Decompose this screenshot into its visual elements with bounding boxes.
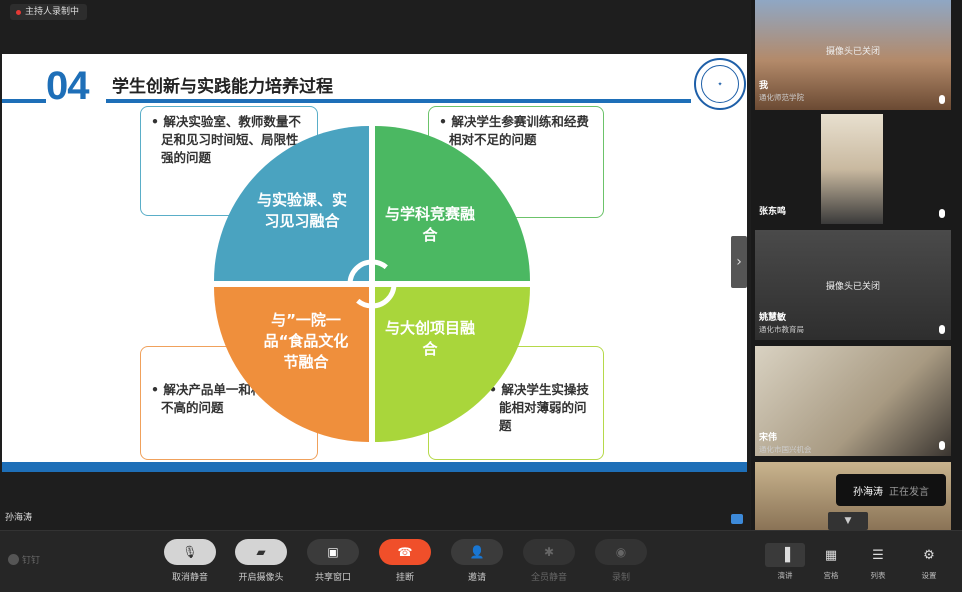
hangup-button[interactable]: ☎ 挂断: [375, 539, 435, 583]
start-camera-button[interactable]: ▰ 开启摄像头: [231, 539, 291, 583]
mute-all-icon: ✱: [523, 539, 575, 565]
unmute-button[interactable]: 🎙 取消静音: [160, 539, 220, 583]
list-layout-icon: ☰: [872, 547, 884, 563]
dingtalk-logo-icon: [8, 554, 19, 565]
chevron-down-icon[interactable]: ▼: [828, 512, 868, 530]
mute-all-button[interactable]: ✱ 全员静音: [519, 539, 579, 583]
participant-sidebar: 摄像头已关闭 我 通化师范学院 张东鸣 摄像头已关闭 姚慧敏 通化市教育局 宋伟…: [751, 0, 962, 530]
mic-icon: [939, 325, 945, 334]
participant-name: 姚慧敏: [759, 313, 787, 323]
title-rule-right: [106, 99, 691, 103]
app-brand: 钉钉: [8, 553, 40, 566]
participant-tile-3[interactable]: 摄像头已关闭 姚慧敏 通化市教育局: [755, 230, 951, 340]
active-speaker-name: 孙海涛: [853, 486, 883, 498]
mute-all-label: 全员静音: [530, 573, 567, 583]
quadrant-label-festival: 与”一院一品“食品文化节融合: [263, 311, 349, 371]
participant-tile-1[interactable]: 摄像头已关闭 我 通化师范学院: [755, 0, 951, 110]
list-layout-button[interactable]: ☰ 列表: [857, 543, 899, 581]
unmute-label: 取消静音: [171, 573, 208, 583]
mic-off-icon: 🎙: [164, 539, 216, 565]
university-logo: ✦: [694, 58, 746, 110]
participant-name: 张东鸣: [759, 207, 787, 217]
participant-video: [821, 114, 883, 224]
gear-icon: ⚙: [923, 547, 935, 563]
screen-sharer-name: 孙海涛: [5, 513, 33, 523]
participant-org: 通化市教育局: [759, 325, 804, 334]
recording-badge: 主持人录制中: [10, 4, 88, 20]
grid-layout-icon: ▦: [824, 547, 838, 563]
settings-label: 设置: [921, 571, 937, 580]
share-window-label: 共享窗口: [314, 573, 351, 583]
quadrant-bottom-right: [375, 287, 530, 442]
active-speaker-status: 正在发言: [889, 486, 929, 498]
invite-icon: 👤: [451, 539, 503, 565]
shared-slide: 04 学生创新与实践能力培养过程 ✦ • 解决实验室、教师数量不足和见习时间短、…: [2, 54, 747, 472]
camera-off-icon: ▰: [235, 539, 287, 565]
list-layout-label: 列表: [870, 571, 886, 580]
speaker-layout-icon: ▐: [765, 543, 805, 567]
slide-footer-bar: [2, 462, 747, 472]
grid-layout-button[interactable]: ▦ 宫格: [810, 543, 852, 581]
recording-badge-label: 主持人录制中: [25, 7, 80, 17]
start-camera-label: 开启摄像头: [238, 573, 284, 583]
participant-name: 我: [759, 81, 769, 91]
mic-icon: [939, 209, 945, 218]
logo-emblem-icon: ✦: [701, 65, 739, 103]
participant-tile-4[interactable]: 宋伟 通化市国兴机会: [755, 346, 951, 456]
mic-icon: [939, 95, 945, 104]
invite-label: 邀请: [467, 573, 486, 583]
camera-off-text: 摄像头已关闭: [825, 46, 880, 57]
active-speaker-indicator: 孙海涛 正在发言: [836, 474, 946, 506]
record-label: 录制: [611, 573, 630, 583]
screen-share-icon: ▣: [307, 539, 359, 565]
invite-button[interactable]: 👤 邀请: [447, 539, 507, 583]
meeting-toolbar: 钉钉 🎙 取消静音 ▰ 开启摄像头 ▣ 共享窗口 ☎ 挂断 👤 邀请 ✱ 全员静…: [0, 530, 962, 592]
grid-layout-label: 宫格: [823, 571, 839, 580]
slide-title: 学生创新与实践能力培养过程: [112, 77, 333, 97]
record-button[interactable]: ◉ 录制: [591, 539, 651, 583]
record-icon: ◉: [595, 539, 647, 565]
slide-number: 04: [46, 64, 89, 108]
expand-sidebar-chevron-icon[interactable]: ›: [731, 236, 747, 288]
participant-org: 通化师范学院: [759, 93, 804, 102]
main-video-area: 主持人录制中 04 学生创新与实践能力培养过程 ✦ • 解决实验室、教师数量不足…: [0, 0, 750, 530]
hangup-icon: ☎: [379, 539, 431, 565]
process-cycle-diagram: [214, 126, 530, 442]
mic-icon: [939, 441, 945, 450]
speaker-layout-button[interactable]: ▐ 演讲: [764, 543, 806, 581]
title-rule-left: [2, 99, 46, 103]
record-dot-icon: [16, 9, 21, 15]
settings-button[interactable]: ⚙ 设置: [908, 543, 950, 581]
speaker-layout-label: 演讲: [777, 571, 793, 580]
quadrant-label-innovation: 与大创项目融合: [384, 319, 475, 358]
quadrant-label-competition: 与学科竞赛融合: [384, 205, 475, 244]
participant-org: 通化市国兴机会: [759, 445, 812, 454]
participant-name: 宋伟: [759, 433, 778, 443]
quadrant-label-lab: 与实验课、实习见习融合: [256, 191, 347, 230]
hangup-label: 挂断: [395, 573, 414, 583]
share-window-button[interactable]: ▣ 共享窗口: [303, 539, 363, 583]
brand-label: 钉钉: [22, 556, 41, 566]
participant-tile-2[interactable]: 张东鸣: [755, 114, 951, 224]
share-status-icon[interactable]: [731, 514, 743, 524]
